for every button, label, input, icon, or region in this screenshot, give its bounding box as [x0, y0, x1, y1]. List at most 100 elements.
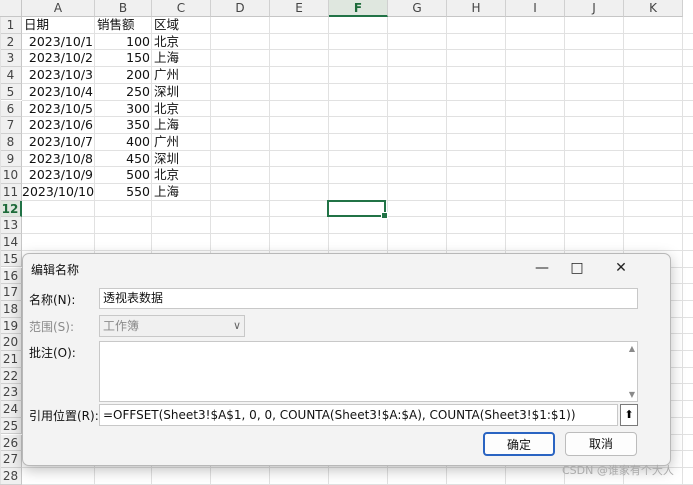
- ok-button[interactable]: 确定: [483, 432, 555, 456]
- cell-c6[interactable]: 北京: [152, 101, 211, 118]
- cell-c4[interactable]: 广州: [152, 67, 211, 84]
- watermark: CSDN @谁家有个大人: [562, 464, 674, 477]
- cell-b8[interactable]: 400: [95, 134, 152, 151]
- column-header-d[interactable]: D: [211, 0, 270, 17]
- select-all-corner[interactable]: [0, 0, 22, 17]
- cell-c10[interactable]: 北京: [152, 167, 211, 184]
- cell-b11[interactable]: 550: [95, 184, 152, 201]
- comment-scrollbar[interactable]: ▲ ▼: [623, 342, 637, 401]
- cancel-button[interactable]: 取消: [565, 432, 637, 456]
- row-header-15[interactable]: 15: [0, 250, 22, 268]
- row-header-2[interactable]: 2: [0, 33, 22, 51]
- comment-textarea[interactable]: ▲ ▼: [99, 341, 638, 402]
- grid-line: [0, 17, 1, 484]
- close-button[interactable]: ✕: [608, 257, 634, 279]
- row-header-5[interactable]: 5: [0, 83, 22, 101]
- row-header-25[interactable]: 25: [0, 417, 22, 435]
- row-header-6[interactable]: 6: [0, 100, 22, 118]
- row-header-26[interactable]: 26: [0, 434, 22, 452]
- column-header-k[interactable]: K: [624, 0, 683, 17]
- selected-cell-f12[interactable]: [327, 200, 388, 219]
- column-header-i[interactable]: I: [506, 0, 565, 17]
- cell-b3[interactable]: 150: [95, 50, 152, 67]
- cell-a6[interactable]: 2023/10/5: [22, 101, 95, 118]
- cell-a11[interactable]: 2023/10/10: [22, 184, 95, 201]
- cell-a3[interactable]: 2023/10/2: [22, 50, 95, 67]
- column-header-c[interactable]: C: [152, 0, 211, 17]
- ref-input[interactable]: =OFFSET(Sheet3!$A$1, 0, 0, COUNTA(Sheet3…: [99, 404, 618, 426]
- cell-a2[interactable]: 2023/10/1: [22, 34, 95, 51]
- cell-b1[interactable]: 销售额: [95, 17, 152, 34]
- row-header-16[interactable]: 16: [0, 267, 22, 285]
- collapse-dialog-button[interactable]: ⬆: [620, 404, 638, 426]
- column-header-g[interactable]: G: [388, 0, 447, 17]
- cell-a10[interactable]: 2023/10/9: [22, 167, 95, 184]
- cell-c5[interactable]: 深圳: [152, 84, 211, 101]
- scope-select[interactable]: 工作簿 ∨: [99, 315, 245, 337]
- row-header-9[interactable]: 9: [0, 150, 22, 168]
- scroll-up-icon[interactable]: ▲: [629, 344, 635, 353]
- row-header-28[interactable]: 28: [0, 467, 22, 485]
- cell-b10[interactable]: 500: [95, 167, 152, 184]
- cell-a5[interactable]: 2023/10/4: [22, 84, 95, 101]
- cell-b7[interactable]: 350: [95, 117, 152, 134]
- row-header-17[interactable]: 17: [0, 284, 22, 301]
- row-header-19[interactable]: 19: [0, 317, 22, 335]
- cell-c11[interactable]: 上海: [152, 184, 211, 201]
- cell-b2[interactable]: 100: [95, 34, 152, 51]
- name-input[interactable]: 透视表数据: [99, 288, 638, 309]
- row-header-22[interactable]: 22: [0, 367, 22, 385]
- row-header-21[interactable]: 21: [0, 351, 22, 368]
- row-header-27[interactable]: 27: [0, 451, 22, 468]
- row-header-10[interactable]: 10: [0, 167, 22, 184]
- column-header-h[interactable]: H: [447, 0, 506, 17]
- row-header-18[interactable]: 18: [0, 300, 22, 318]
- row-header-24[interactable]: 24: [0, 401, 22, 418]
- scope-label: 范围(S):: [29, 320, 75, 334]
- edit-name-dialog: 编辑名称 — □ ✕ 名称(N): 透视表数据 范围(S): 工作簿 ∨ 批注(…: [22, 253, 671, 466]
- cell-b6[interactable]: 300: [95, 101, 152, 118]
- grid-line: [22, 233, 693, 235]
- name-label: 名称(N):: [29, 293, 76, 307]
- column-header-b[interactable]: B: [95, 0, 152, 17]
- row-header-11[interactable]: 11: [0, 184, 22, 201]
- cell-b5[interactable]: 250: [95, 84, 152, 101]
- dialog-title: 编辑名称: [31, 263, 80, 277]
- row-header-7[interactable]: 7: [0, 117, 22, 134]
- row-header-12[interactable]: 12: [0, 200, 22, 218]
- cell-c3[interactable]: 上海: [152, 50, 211, 67]
- cell-c2[interactable]: 北京: [152, 34, 211, 51]
- cell-c9[interactable]: 深圳: [152, 151, 211, 168]
- comment-label: 批注(O):: [29, 346, 76, 360]
- cell-b9[interactable]: 450: [95, 151, 152, 168]
- cell-c1[interactable]: 区域: [152, 17, 211, 34]
- column-header-e[interactable]: E: [270, 0, 329, 17]
- cell-a7[interactable]: 2023/10/6: [22, 117, 95, 134]
- row-header-8[interactable]: 8: [0, 133, 22, 151]
- cell-a1[interactable]: 日期: [22, 17, 95, 34]
- cell-a8[interactable]: 2023/10/7: [22, 134, 95, 151]
- cell-a4[interactable]: 2023/10/3: [22, 67, 95, 84]
- column-header-j[interactable]: J: [565, 0, 624, 17]
- cell-c8[interactable]: 广州: [152, 134, 211, 151]
- minimize-icon: —: [535, 260, 549, 276]
- row-header-13[interactable]: 13: [0, 217, 22, 235]
- column-header-a[interactable]: A: [22, 0, 95, 17]
- row-header-20[interactable]: 20: [0, 334, 22, 351]
- row-header-23[interactable]: 23: [0, 384, 22, 402]
- column-header-f[interactable]: F: [329, 0, 388, 17]
- close-icon: ✕: [615, 260, 627, 276]
- grid-line: [22, 249, 693, 251]
- minimize-button[interactable]: —: [529, 257, 555, 279]
- scroll-down-icon[interactable]: ▼: [629, 390, 635, 399]
- chevron-down-icon: ∨: [232, 319, 241, 332]
- upload-arrow-icon: ⬆: [624, 408, 634, 421]
- cell-b4[interactable]: 200: [95, 67, 152, 84]
- row-header-4[interactable]: 4: [0, 67, 22, 84]
- cell-c7[interactable]: 上海: [152, 117, 211, 134]
- row-header-3[interactable]: 3: [0, 50, 22, 68]
- cell-a9[interactable]: 2023/10/8: [22, 151, 95, 168]
- maximize-button[interactable]: □: [564, 257, 590, 279]
- row-header-14[interactable]: 14: [0, 234, 22, 251]
- row-header-1[interactable]: 1: [0, 17, 22, 34]
